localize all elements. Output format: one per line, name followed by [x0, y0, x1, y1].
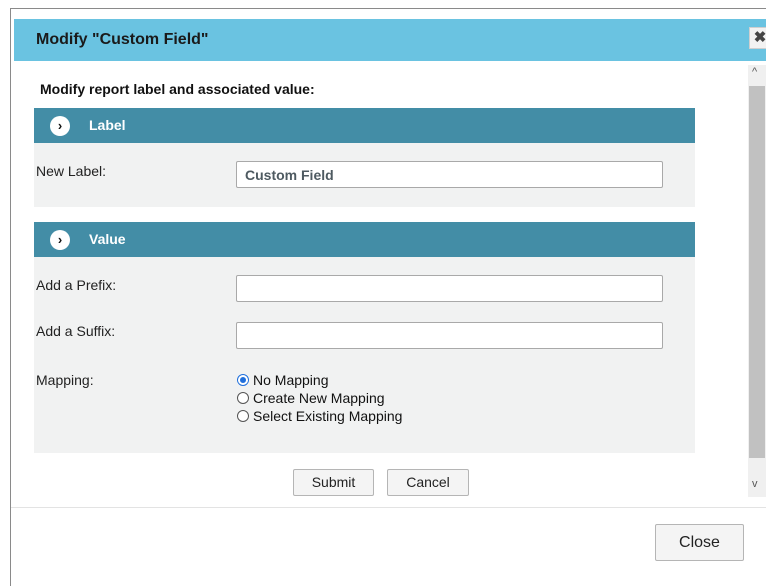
close-button[interactable]: Close	[655, 524, 744, 561]
radio-label: Select Existing Mapping	[253, 408, 403, 424]
dialog-title: Modify "Custom Field"	[36, 31, 209, 48]
radio-button[interactable]	[237, 392, 249, 404]
suffix-input[interactable]	[236, 322, 663, 349]
radio-label: Create New Mapping	[253, 390, 385, 406]
intro-text: Modify report label and associated value…	[40, 81, 315, 97]
radio-button-checked[interactable]	[237, 374, 249, 386]
new-label-input[interactable]	[236, 161, 663, 188]
prefix-input[interactable]	[236, 275, 663, 302]
radio-no-mapping[interactable]: No Mapping	[237, 372, 329, 390]
mapping-label: Mapping:	[36, 372, 94, 388]
radio-select-existing-mapping[interactable]: Select Existing Mapping	[237, 408, 402, 426]
label-section-title: Label	[89, 117, 126, 133]
radio-button[interactable]	[237, 410, 249, 422]
chevron-right-circle-icon[interactable]: ›	[50, 116, 70, 136]
scrollbar-thumb[interactable]	[749, 86, 765, 458]
cancel-button[interactable]: Cancel	[387, 469, 469, 496]
scroll-down-arrow-icon[interactable]: v	[752, 478, 758, 490]
suffix-label: Add a Suffix:	[36, 323, 116, 339]
prefix-label: Add a Prefix:	[36, 277, 117, 293]
label-section-header[interactable]: › Label	[34, 108, 695, 143]
radio-label: No Mapping	[253, 372, 329, 388]
chevron-right-circle-icon[interactable]: ›	[50, 230, 70, 250]
radio-create-new-mapping[interactable]: Create New Mapping	[237, 390, 385, 408]
value-section-title: Value	[89, 231, 126, 247]
close-icon[interactable]: ✖	[749, 27, 766, 49]
submit-button[interactable]: Submit	[293, 469, 374, 496]
value-section-header[interactable]: › Value	[34, 222, 695, 257]
scroll-up-arrow-icon[interactable]: ^	[752, 66, 757, 78]
new-label-label: New Label:	[36, 163, 107, 179]
dialog-title-bar: Modify "Custom Field" ✖	[14, 19, 766, 61]
footer-divider	[11, 507, 766, 508]
